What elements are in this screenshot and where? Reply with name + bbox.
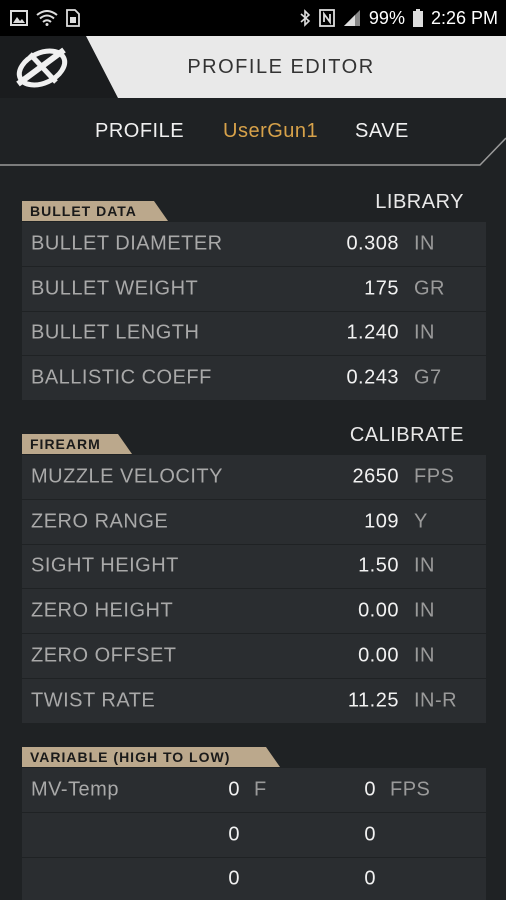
- profile-button[interactable]: PROFILE: [95, 120, 184, 143]
- signal-icon: [343, 10, 360, 26]
- zero-height-row[interactable]: ZERO HEIGHT 0.00 IN: [22, 589, 486, 635]
- muzzle-velocity-row[interactable]: MUZZLE VELOCITY 2650 FPS: [22, 455, 486, 500]
- row-value: 109: [364, 510, 399, 533]
- row-value: 0.308: [346, 232, 399, 255]
- bullet-diameter-row[interactable]: BULLET DIAMETER 0.308 IN: [22, 222, 486, 267]
- row-label: ZERO RANGE: [31, 510, 169, 533]
- row-label: BULLET DIAMETER: [31, 232, 223, 255]
- temp-value: 0: [228, 867, 240, 890]
- row-label: MV-Temp: [31, 778, 119, 801]
- battery-percent: 99%: [368, 7, 405, 28]
- battery-icon: [412, 9, 423, 27]
- velocity-value: 0: [364, 867, 376, 890]
- variable-row[interactable]: 0 0: [22, 813, 486, 858]
- row-label: ZERO OFFSET: [31, 644, 177, 667]
- wifi-icon: [36, 10, 58, 26]
- sight-height-row[interactable]: SIGHT HEIGHT 1.50 IN: [22, 545, 486, 590]
- bullet-data-panel: BULLET DIAMETER 0.308 IN BULLET WEIGHT 1…: [22, 222, 486, 402]
- ballistic-coeff-row[interactable]: BALLISTIC COEFF 0.243 G7: [22, 356, 486, 402]
- temp-value: 0: [228, 823, 240, 846]
- row-unit: G7: [414, 366, 442, 389]
- row-value: 2650: [352, 465, 399, 488]
- row-value: 1.240: [346, 321, 399, 344]
- row-value: 0.00: [358, 644, 399, 667]
- velocity-value: 0: [364, 778, 376, 801]
- variable-row[interactable]: 0 0: [22, 858, 486, 900]
- row-unit: IN: [414, 321, 435, 344]
- bluetooth-icon: [300, 9, 311, 27]
- crosshair-logo[interactable]: [12, 44, 72, 90]
- status-bar: 99% 2:26 PM: [0, 0, 506, 36]
- app-header: PROFILE EDITOR: [0, 36, 506, 98]
- bullet-length-row[interactable]: BULLET LENGTH 1.240 IN: [22, 312, 486, 357]
- calibrate-button[interactable]: CALIBRATE: [350, 424, 464, 447]
- firearm-panel: MUZZLE VELOCITY 2650 FPS ZERO RANGE 109 …: [22, 455, 486, 724]
- row-unit: IN: [414, 232, 435, 255]
- row-value: 0.243: [346, 366, 399, 389]
- row-unit: Y: [414, 510, 428, 533]
- zero-offset-row[interactable]: ZERO OFFSET 0.00 IN: [22, 634, 486, 679]
- mv-temp-row[interactable]: MV-Temp 0 F 0 FPS: [22, 768, 486, 813]
- row-label: BULLET LENGTH: [31, 321, 200, 344]
- bullet-data-heading: BULLET DATA: [22, 201, 168, 221]
- row-value: 0.00: [358, 599, 399, 622]
- row-label: SIGHT HEIGHT: [31, 554, 179, 577]
- profile-nav: PROFILE UserGun1 SAVE: [0, 98, 506, 168]
- velocity-value: 0: [364, 823, 376, 846]
- row-unit: IN-R: [414, 689, 458, 712]
- status-bar-left: [10, 9, 80, 27]
- temp-value: 0: [228, 778, 240, 801]
- zero-range-row[interactable]: ZERO RANGE 109 Y: [22, 500, 486, 545]
- page-title: PROFILE EDITOR: [187, 55, 375, 78]
- variable-panel: MV-Temp 0 F 0 FPS 0 0 0 0: [22, 768, 486, 900]
- row-label: MUZZLE VELOCITY: [31, 465, 223, 488]
- row-label: BALLISTIC COEFF: [31, 366, 212, 389]
- row-unit: IN: [414, 644, 435, 667]
- row-value: 175: [364, 277, 399, 300]
- row-unit: FPS: [414, 465, 455, 488]
- image-icon: [10, 10, 28, 26]
- firearm-heading: FIREARM: [22, 434, 132, 454]
- row-unit: IN: [414, 599, 435, 622]
- nfc-icon: [319, 9, 335, 27]
- variable-heading: VARIABLE (HIGH TO LOW): [22, 747, 280, 767]
- profile-name[interactable]: UserGun1: [223, 120, 318, 143]
- row-label: ZERO HEIGHT: [31, 599, 174, 622]
- sim-icon: [66, 9, 80, 27]
- save-button[interactable]: SAVE: [355, 120, 409, 143]
- clock: 2:26 PM: [430, 7, 498, 28]
- velocity-unit: FPS: [390, 778, 431, 801]
- status-bar-right: 99% 2:26 PM: [299, 8, 498, 29]
- row-label: BULLET WEIGHT: [31, 277, 199, 300]
- temp-unit: F: [254, 778, 267, 801]
- library-button[interactable]: LIBRARY: [375, 191, 464, 214]
- row-value: 11.25: [347, 689, 399, 712]
- twist-rate-row[interactable]: TWIST RATE 11.25 IN-R: [22, 679, 486, 724]
- row-label: TWIST RATE: [31, 689, 156, 712]
- row-value: 1.50: [358, 554, 399, 577]
- row-unit: GR: [414, 277, 445, 300]
- bullet-weight-row[interactable]: BULLET WEIGHT 175 GR: [22, 267, 486, 312]
- row-unit: IN: [414, 554, 435, 577]
